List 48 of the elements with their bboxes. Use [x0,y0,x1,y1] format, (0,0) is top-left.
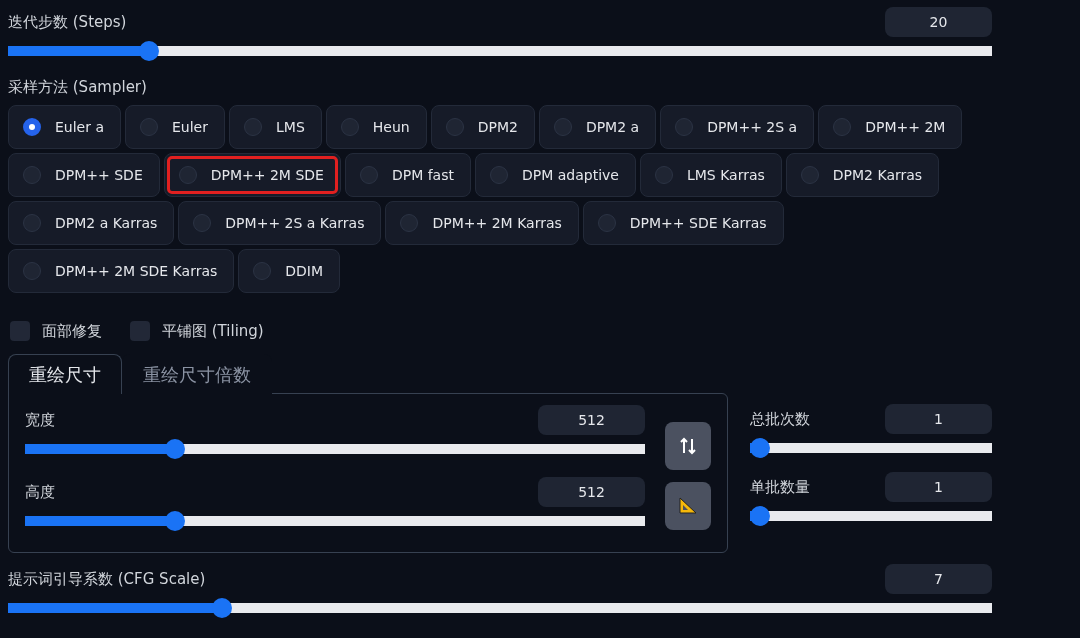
sampler-option[interactable]: Euler a [8,105,121,149]
slider-thumb[interactable] [139,41,160,61]
sampler-option[interactable]: DPM adaptive [474,153,636,197]
sampler-option[interactable]: DPM++ 2M SDE Karras [8,249,235,293]
sampler-option[interactable]: DPM++ 2M [818,105,963,149]
sampler-option[interactable]: DPM++ 2M SDE [163,153,341,197]
slider-label: 迭代步数 (Steps) [8,12,127,32]
sampler-option[interactable]: DPM++ SDE [8,153,160,197]
slider-label: 总批次数 [750,409,810,429]
slider-thumb[interactable] [165,511,186,531]
number-field[interactable]: 1 [885,472,992,502]
sampler-option[interactable]: DDIM [238,249,341,293]
number-field[interactable]: 1 [885,404,992,434]
checkbox-label: 面部修复 [42,321,102,341]
sampler-option[interactable]: DPM2 Karras [785,153,940,197]
ruler-button[interactable] [665,482,711,530]
slider-thumb[interactable] [212,598,233,618]
tab[interactable]: 重绘尺寸 [8,354,122,394]
number-field[interactable]: 512 [538,477,645,507]
number-field[interactable]: 512 [538,405,645,435]
slider-label: 宽度 [25,410,55,430]
sampler-option[interactable]: LMS Karras [639,153,782,197]
sampler-option[interactable]: DPM2 a [538,105,657,149]
slider-thumb[interactable] [750,438,770,458]
checkbox-label: 平铺图 (Tiling) [162,321,264,341]
slider-label: 提示词引导系数 (CFG Scale) [8,569,206,589]
slider-label: 高度 [25,482,55,502]
checkbox[interactable] [10,321,30,341]
number-field[interactable]: 20 [885,7,992,37]
sampler-option[interactable]: DPM2 a Karras [8,201,175,245]
sampler-option[interactable]: DPM2 [430,105,535,149]
sampler-label: 采样方法 (Sampler) [8,78,148,97]
slider-thumb[interactable] [750,506,770,526]
checkbox[interactable] [130,321,150,341]
slider-label: 单批数量 [750,477,810,497]
sampler-option[interactable]: Heun [325,105,427,149]
sampler-option[interactable]: DPM fast [344,153,471,197]
sampler-option[interactable]: DPM++ SDE Karras [582,201,784,245]
number-field[interactable]: 7 [885,564,992,594]
slider-thumb[interactable] [165,439,186,459]
triangle-ruler-icon [678,497,698,515]
sampler-option[interactable]: LMS [229,105,322,149]
sampler-option[interactable]: Euler [125,105,225,149]
swap-button[interactable] [665,422,711,470]
sampler-option[interactable]: DPM++ 2M Karras [385,201,579,245]
sampler-option[interactable]: DPM++ 2S a Karras [178,201,382,245]
swap-icon [680,437,696,455]
sampler-option[interactable]: DPM++ 2S a [660,105,815,149]
